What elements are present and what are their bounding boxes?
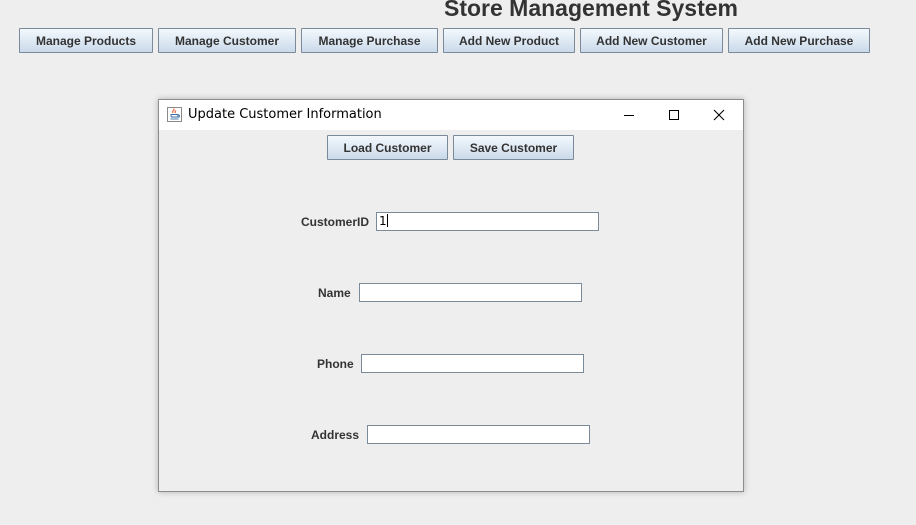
- manage-purchase-button[interactable]: Manage Purchase: [301, 28, 438, 53]
- name-label: Name: [318, 286, 351, 300]
- phone-field[interactable]: [361, 354, 584, 373]
- customer-id-label: CustomerID: [301, 215, 370, 229]
- maximize-icon[interactable]: [652, 100, 696, 130]
- address-label: Address: [311, 428, 360, 442]
- load-customer-button[interactable]: Load Customer: [327, 135, 448, 160]
- dialog-title: Update Customer Information: [188, 107, 382, 122]
- app-title: Store Management System: [444, 0, 738, 21]
- minimize-icon[interactable]: [607, 100, 651, 130]
- save-customer-button[interactable]: Save Customer: [453, 135, 574, 160]
- add-new-customer-button[interactable]: Add New Customer: [580, 28, 723, 53]
- customer-id-value: 1: [379, 214, 387, 228]
- java-cup-icon: [167, 107, 182, 122]
- manage-products-button[interactable]: Manage Products: [19, 28, 153, 53]
- add-new-product-button[interactable]: Add New Product: [443, 28, 575, 53]
- add-new-purchase-button[interactable]: Add New Purchase: [728, 28, 870, 53]
- update-customer-dialog: Update Customer Information Load Custome…: [158, 99, 744, 492]
- text-caret: [386, 214, 388, 227]
- phone-label: Phone: [317, 357, 354, 371]
- close-icon[interactable]: [697, 100, 741, 130]
- dialog-titlebar[interactable]: Update Customer Information: [159, 100, 743, 130]
- address-field[interactable]: [367, 425, 590, 444]
- customer-id-field[interactable]: 1: [376, 212, 599, 231]
- manage-customer-button[interactable]: Manage Customer: [158, 28, 296, 53]
- name-field[interactable]: [359, 283, 582, 302]
